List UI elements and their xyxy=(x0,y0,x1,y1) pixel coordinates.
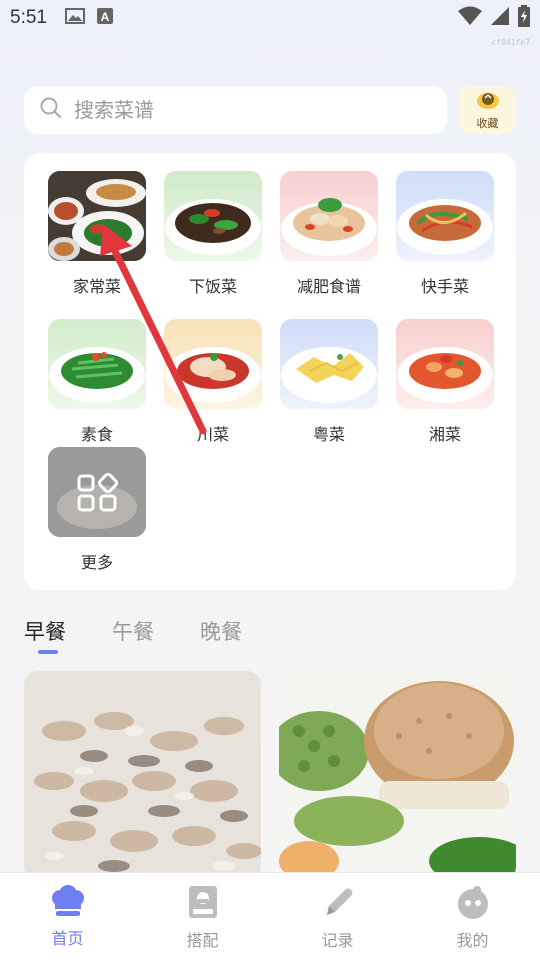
svg-text:A: A xyxy=(101,10,110,24)
category-label: 减肥食谱 xyxy=(296,277,361,296)
hunan-image xyxy=(396,319,494,409)
sandwich-bitter-melon-photo xyxy=(279,671,516,881)
chef-favorites-icon xyxy=(475,90,501,114)
image-icon xyxy=(64,8,85,28)
bottom-nav: 首页 搭配 记录 我的 xyxy=(0,872,540,960)
category-label: 川菜 xyxy=(196,425,229,444)
nav-profile[interactable]: 我的 xyxy=(405,873,540,960)
more-grid-icon xyxy=(48,447,146,537)
home-dishes-image xyxy=(48,171,146,261)
search-row: 收藏 xyxy=(24,86,516,134)
build-id: cf041fe7 xyxy=(491,38,530,47)
category-label: 家常菜 xyxy=(72,277,121,296)
signal-icon xyxy=(490,6,510,30)
category-label: 快手菜 xyxy=(420,277,469,296)
category-item-rice-dishes[interactable]: 下饭菜 xyxy=(155,171,271,311)
category-item-hunan[interactable]: 湘菜 xyxy=(387,319,503,459)
category-label: 下饭菜 xyxy=(188,277,237,296)
sichuan-image xyxy=(164,319,262,409)
dried-shrimp-photo xyxy=(24,671,261,881)
tab-indicator xyxy=(38,650,58,654)
cantonese-image xyxy=(280,319,378,409)
tab-breakfast[interactable]: 早餐 xyxy=(24,616,66,654)
nav-records[interactable]: 记录 xyxy=(270,873,405,960)
nav-label: 首页 xyxy=(51,929,84,948)
nav-home[interactable]: 首页 xyxy=(0,873,135,960)
meal-tabs: 早餐 午餐 晚餐 xyxy=(24,616,242,656)
vegetarian-image xyxy=(48,319,146,409)
category-item-sichuan[interactable]: 川菜 xyxy=(155,319,271,459)
category-item-quick-dishes[interactable]: 快手菜 xyxy=(387,171,503,311)
nav-pairing[interactable]: 搭配 xyxy=(135,873,270,960)
favorites-button[interactable]: 收藏 xyxy=(459,86,516,134)
nav-label: 我的 xyxy=(456,931,489,950)
recipe-book-icon xyxy=(187,885,219,923)
a-icon: A xyxy=(96,8,113,28)
rice-dishes-image xyxy=(164,171,262,261)
category-grid: 家常菜 下饭菜 减肥食谱 快手菜 素食 川菜 粤菜 湘菜 更多 xyxy=(24,153,516,590)
search-box[interactable] xyxy=(24,86,447,134)
tab-dinner[interactable]: 晚餐 xyxy=(200,616,242,646)
diet-recipes-image xyxy=(280,171,378,261)
wifi-icon xyxy=(458,6,482,30)
search-input[interactable] xyxy=(74,98,394,122)
category-label: 更多 xyxy=(80,553,113,572)
quick-dishes-image xyxy=(396,171,494,261)
search-icon xyxy=(40,97,62,123)
tab-label: 早餐 xyxy=(24,620,66,644)
pencil-icon xyxy=(321,885,355,923)
category-label: 粤菜 xyxy=(312,425,345,444)
status-bar: 5:51 A xyxy=(0,0,540,36)
chef-hat-icon xyxy=(50,885,86,921)
category-item-more[interactable]: 更多 xyxy=(39,447,155,587)
tab-lunch[interactable]: 午餐 xyxy=(112,616,154,646)
category-item-home-dishes[interactable]: 家常菜 xyxy=(39,171,155,311)
recipe-card[interactable] xyxy=(24,671,261,881)
profile-icon xyxy=(455,885,491,923)
category-label: 素食 xyxy=(80,425,113,444)
category-item-vegetarian[interactable]: 素食 xyxy=(39,319,155,459)
nav-label: 记录 xyxy=(321,931,354,950)
category-item-diet-recipes[interactable]: 减肥食谱 xyxy=(271,171,387,311)
favorites-label: 收藏 xyxy=(476,116,499,130)
recipe-card[interactable] xyxy=(279,671,516,881)
nav-label: 搭配 xyxy=(186,931,219,950)
category-label: 湘菜 xyxy=(428,425,461,444)
status-time: 5:51 xyxy=(10,7,47,28)
battery-charging-icon xyxy=(518,5,530,31)
category-item-cantonese[interactable]: 粤菜 xyxy=(271,319,387,459)
